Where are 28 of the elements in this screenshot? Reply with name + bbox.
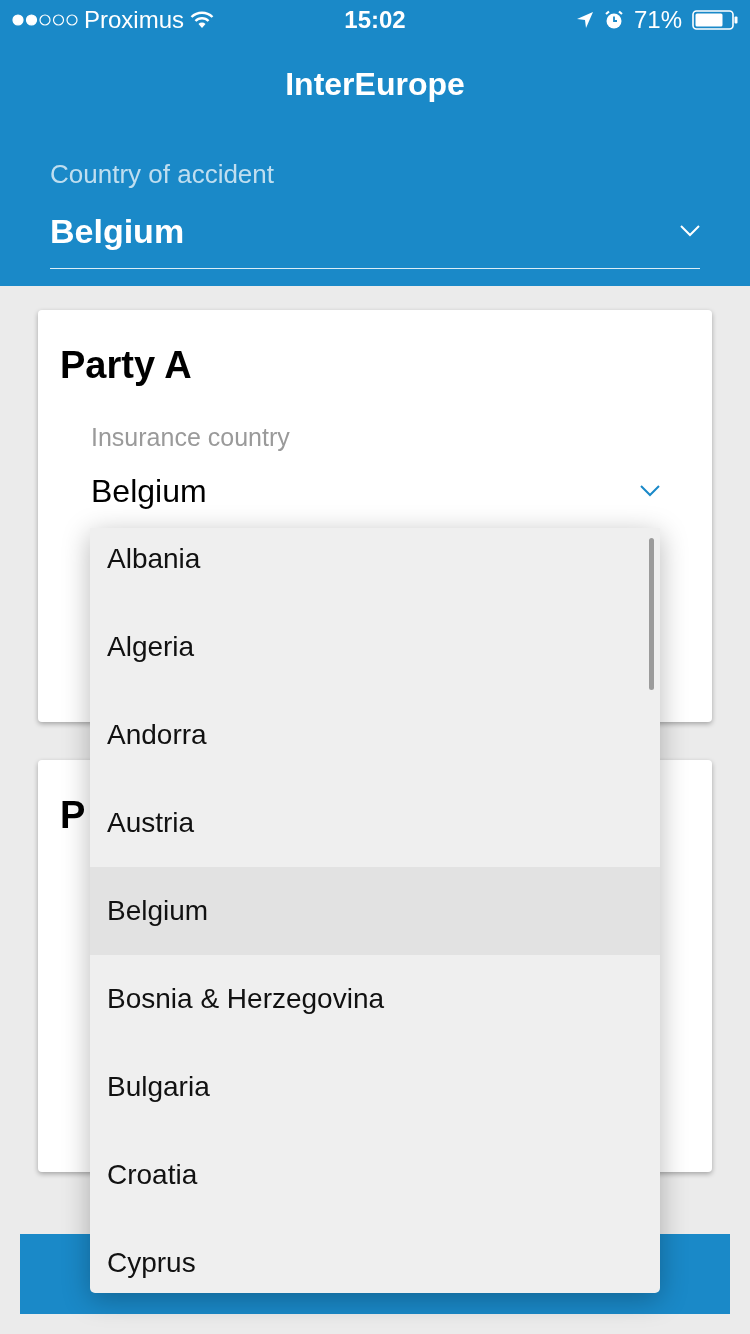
selected-country: Belgium [91,472,207,511]
country-option[interactable]: Andorra [90,691,660,779]
country-option[interactable]: Belgium [90,867,660,955]
country-option[interactable]: Algeria [90,603,660,691]
battery-icon [692,10,738,30]
wifi-icon [190,11,215,29]
app-title: InterEurope [285,65,465,104]
country-option[interactable]: Bulgaria [90,1043,660,1131]
location-arrow-icon [575,11,594,29]
country-option[interactable]: Austria [90,779,660,867]
field-label: Country of accident [50,159,274,189]
country-option[interactable]: Croatia [90,1131,660,1219]
party-title: P [60,793,86,837]
chevron-down-icon [640,485,660,497]
field-label: Insurance country [91,422,290,452]
scrollbar[interactable] [649,538,654,690]
alarm-clock-icon [603,10,624,30]
carrier-name: Proximus [84,6,185,34]
chevron-down-icon [680,225,700,237]
status-time: 15:02 [344,6,406,34]
country-option[interactable]: Bosnia & Herzegovina [90,955,660,1043]
selected-country: Belgium [50,211,185,251]
country-option[interactable]: Albania [90,528,660,603]
signal-icon [12,14,78,26]
country-of-accident-select[interactable]: Country of accident Belgium [50,159,700,269]
battery-percentage: 71% [633,6,682,34]
country-option[interactable]: Cyprus [90,1219,660,1292]
party-title: Party A [60,343,192,387]
